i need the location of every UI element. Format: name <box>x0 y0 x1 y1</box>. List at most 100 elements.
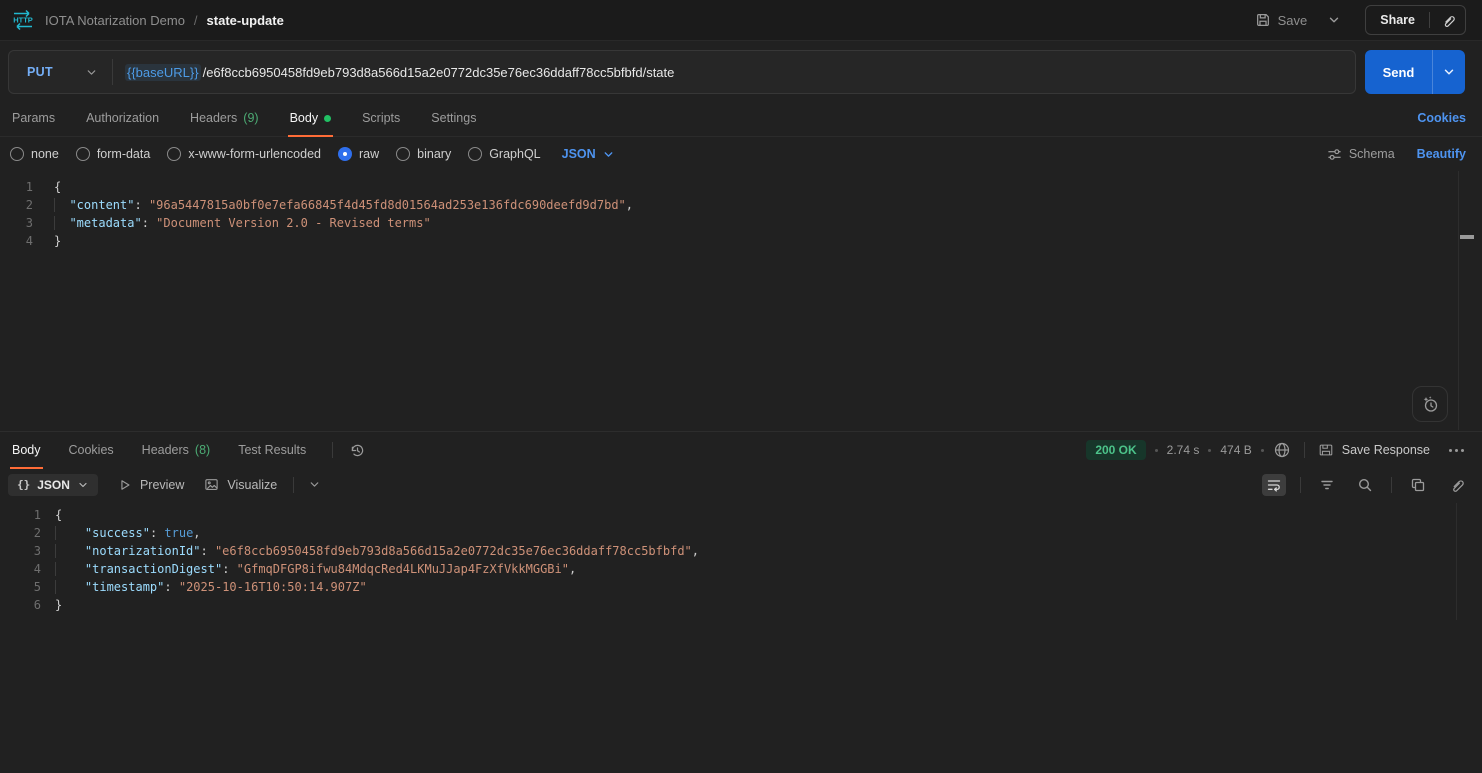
wrap-text-icon[interactable] <box>1262 473 1286 496</box>
url-path: /e6f8ccb6950458fd9eb793d8a566d15a2e0772d… <box>202 64 675 80</box>
save-button[interactable]: Save <box>1247 6 1316 34</box>
send-button[interactable]: Send <box>1365 50 1432 94</box>
code-line[interactable]: 5 "timestamp": "2025-10-16T10:50:14.907Z… <box>0 578 1456 596</box>
save-response-icon <box>1318 442 1334 458</box>
code-line[interactable]: 4 "transactionDigest": "GfmqDFGP8ifwu84M… <box>0 560 1456 578</box>
request-editor-scrollbar[interactable] <box>1458 171 1482 430</box>
meta-divider <box>1303 442 1305 458</box>
filter-icon[interactable] <box>1315 474 1339 496</box>
body-type-none[interactable]: none <box>10 147 59 161</box>
body-type-binary[interactable]: binary <box>396 147 451 161</box>
copy-icon[interactable] <box>1406 474 1430 496</box>
response-tab-test-results[interactable]: Test Results <box>236 432 308 468</box>
radio-checked-icon <box>338 147 352 161</box>
schema-button[interactable]: Schema <box>1327 147 1395 162</box>
preview-button[interactable]: Preview <box>118 478 184 492</box>
response-time[interactable]: 2.74 s <box>1167 443 1200 457</box>
toolbar-divider <box>293 476 295 493</box>
response-format-select[interactable]: {} JSON <box>8 473 98 496</box>
line-number: 4 <box>25 234 33 248</box>
tabs-divider <box>332 442 334 458</box>
code-line[interactable]: 6} <box>0 596 1456 614</box>
scrollbar-marker <box>1460 235 1474 239</box>
body-modified-dot <box>324 114 332 122</box>
save-response-button[interactable]: Save Response <box>1318 442 1430 458</box>
more-options-icon[interactable] <box>1445 445 1468 456</box>
meta-separator <box>1154 448 1158 452</box>
request-body-editor[interactable]: 1{2 "content": "96a5447815a0bf0e7efa6684… <box>0 171 1458 430</box>
format-options-chevron-icon[interactable] <box>308 478 321 491</box>
code-line[interactable]: 1{ <box>0 178 1458 196</box>
response-body-editor[interactable]: 1{2 "success": true, 3 "notarizationId": … <box>0 500 1456 640</box>
sliders-icon <box>1327 147 1342 162</box>
code-line[interactable]: 1{ <box>0 506 1456 524</box>
share-button-group: Share <box>1365 5 1466 35</box>
network-globe-icon[interactable] <box>1273 441 1291 459</box>
response-editor-scrollbar[interactable] <box>1456 503 1457 620</box>
response-tab-cookies[interactable]: Cookies <box>67 432 116 468</box>
url-input[interactable]: {{baseURL}} /e6f8ccb6950458fd9eb793d8a56… <box>113 63 1355 81</box>
postbot-button[interactable] <box>1412 386 1448 422</box>
tab-body[interactable]: Body <box>287 100 334 137</box>
response-size[interactable]: 474 B <box>1220 443 1251 457</box>
share-button[interactable]: Share <box>1366 6 1429 34</box>
status-badge[interactable]: 200 OK <box>1086 440 1146 460</box>
radio-icon <box>468 147 483 161</box>
send-options-chevron-icon[interactable] <box>1432 50 1465 94</box>
line-number: 3 <box>33 544 41 558</box>
radio-icon <box>75 147 90 161</box>
body-type-row: none form-data x-www-form-urlencoded raw… <box>0 138 1482 170</box>
code-line[interactable]: 4} <box>0 232 1458 250</box>
code-line[interactable]: 3 "notarizationId": "e6f8ccb6950458fd9eb… <box>0 542 1456 560</box>
tab-authorization[interactable]: Authorization <box>84 100 161 136</box>
beautify-button[interactable]: Beautify <box>1417 147 1466 161</box>
response-tabs: Body Cookies Headers (8) Test Results 200… <box>0 432 1482 469</box>
response-tab-body[interactable]: Body <box>10 432 43 469</box>
copy-link-icon[interactable] <box>1430 6 1465 34</box>
top-bar: HTTP IOTA Notarization Demo / state-upda… <box>0 0 1482 41</box>
tab-settings[interactable]: Settings <box>429 100 478 136</box>
line-number: 2 <box>25 198 33 212</box>
top-actions: Save Share <box>1247 5 1466 35</box>
code-line[interactable]: 2 "success": true, <box>0 524 1456 542</box>
line-number: 6 <box>33 598 41 612</box>
save-options-chevron-icon[interactable] <box>1321 7 1347 33</box>
request-url-row: PUT {{baseURL}} /e6f8ccb6950458fd9eb793d… <box>8 50 1465 94</box>
line-number: 4 <box>33 562 41 576</box>
body-type-raw[interactable]: raw <box>338 147 379 161</box>
breadcrumb-separator: / <box>193 12 198 28</box>
tab-params[interactable]: Params <box>10 100 57 136</box>
request-name[interactable]: state-update <box>207 13 284 28</box>
postman-app: HTTP IOTA Notarization Demo / state-upda… <box>0 0 1482 773</box>
svg-text:HTTP: HTTP <box>13 16 33 25</box>
send-button-group: Send <box>1365 50 1465 94</box>
link-icon[interactable] <box>1444 474 1468 496</box>
play-icon <box>118 478 132 492</box>
url-base-variable: {{baseURL}} <box>125 63 201 81</box>
response-tab-headers[interactable]: Headers (8) <box>140 432 213 468</box>
meta-separator <box>1208 448 1212 452</box>
response-history-icon[interactable] <box>349 442 366 459</box>
editor-tools: Schema Beautify <box>1327 147 1466 162</box>
braces-icon: {} <box>17 478 31 491</box>
icons-divider <box>1300 476 1301 493</box>
tab-scripts[interactable]: Scripts <box>360 100 402 136</box>
raw-language-select[interactable]: JSON <box>562 147 615 161</box>
cookies-link[interactable]: Cookies <box>1417 111 1466 125</box>
method-label: PUT <box>27 65 53 79</box>
code-line[interactable]: 3 "metadata": "Document Version 2.0 - Re… <box>0 214 1458 232</box>
search-icon[interactable] <box>1353 474 1377 496</box>
collection-name[interactable]: IOTA Notarization Demo <box>45 13 185 28</box>
response-action-icons <box>1262 473 1468 496</box>
body-type-form-data[interactable]: form-data <box>75 147 150 161</box>
visualize-button[interactable]: Visualize <box>204 477 277 492</box>
tab-headers[interactable]: Headers (9) <box>188 100 261 136</box>
line-number: 3 <box>25 216 33 230</box>
body-type-x-www-form-urlencoded[interactable]: x-www-form-urlencoded <box>167 147 321 161</box>
method-select[interactable]: PUT <box>9 65 112 79</box>
image-icon <box>204 477 219 492</box>
line-number: 2 <box>33 526 41 540</box>
body-type-graphql[interactable]: GraphQL <box>468 147 541 161</box>
code-line[interactable]: 2 "content": "96a5447815a0bf0e7efa66845f… <box>0 196 1458 214</box>
method-chevron-icon <box>85 66 98 79</box>
